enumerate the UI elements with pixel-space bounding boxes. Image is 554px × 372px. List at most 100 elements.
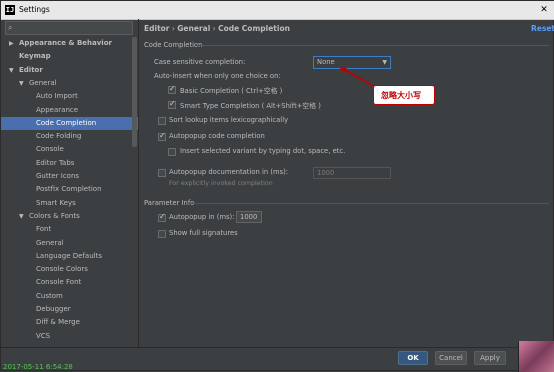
- tree-item[interactable]: Keymap: [1, 50, 138, 63]
- autopopup-code-checkbox[interactable]: [158, 131, 166, 141]
- smart-type-checkbox[interactable]: [168, 99, 176, 109]
- tree-item-label: Custom: [36, 291, 63, 300]
- tree-item[interactable]: Custom: [1, 290, 138, 303]
- tree-item-label: General: [36, 238, 64, 247]
- tree-item[interactable]: Console Colors: [1, 263, 138, 276]
- tree-item[interactable]: ▼ General: [1, 77, 138, 90]
- sort-lookup-checkbox[interactable]: [158, 117, 166, 125]
- basic-completion-checkbox[interactable]: [168, 84, 176, 94]
- collapsed-arrow-icon[interactable]: ▶: [9, 37, 14, 50]
- avatar: [518, 341, 554, 372]
- divider: [138, 19, 139, 348]
- tree-item-label: Editor: [19, 65, 43, 74]
- tree-item[interactable]: Debugger: [1, 303, 138, 316]
- tree-item[interactable]: Language Defaults: [1, 250, 138, 263]
- insert-selected-label: Insert selected variant by typing dot, s…: [180, 147, 346, 155]
- close-icon[interactable]: ✕: [537, 3, 551, 17]
- case-sensitive-label: Case sensitive completion:: [154, 58, 246, 66]
- breadcrumb-general: General: [177, 24, 211, 33]
- tree-item[interactable]: ▼ Editor: [1, 64, 138, 77]
- tree-item-label: Debugger: [36, 305, 71, 313]
- tree-item-label: Editor Tabs: [36, 158, 75, 167]
- breadcrumb-code-completion: Code Completion: [218, 24, 290, 33]
- tree-item[interactable]: Console: [1, 143, 138, 156]
- tree-item-label: Console Colors: [36, 265, 88, 274]
- breadcrumb-editor: Editor: [144, 24, 170, 33]
- reset-link[interactable]: Reset: [531, 24, 554, 33]
- sort-lookup-label: Sort lookup items lexicographically: [169, 116, 289, 124]
- bottom-divider: [1, 347, 554, 348]
- breadcrumb-separator: ›: [212, 24, 216, 33]
- expanded-arrow-icon[interactable]: ▼: [9, 64, 14, 77]
- annotation-callout: 忽略大小写: [373, 85, 435, 105]
- tree-item[interactable]: ▼ Colors & Fonts: [1, 210, 138, 223]
- case-sensitive-value: None: [317, 58, 335, 66]
- tree-item-label: Code Completion: [36, 118, 97, 127]
- tree-item-label: Console Font: [36, 278, 82, 287]
- tree-item[interactable]: Postfix Completion: [1, 183, 138, 196]
- param-autopopup-label: Autopopup in (ms):: [169, 213, 235, 221]
- cancel-button[interactable]: Cancel: [435, 351, 467, 365]
- tree-item-label: Console: [36, 145, 64, 154]
- tree-item[interactable]: Gutter Icons: [1, 170, 138, 183]
- tree-item-label: Smart Keys: [36, 198, 76, 207]
- tree-item[interactable]: Font: [1, 223, 138, 236]
- tree-item-label: Keymap: [19, 52, 51, 61]
- breadcrumb: Editor › General › Code Completion: [144, 24, 290, 33]
- insert-selected-checkbox[interactable]: [168, 148, 176, 156]
- tree-item[interactable]: Console Font: [1, 276, 138, 289]
- tree-item[interactable]: General: [1, 237, 138, 250]
- tree-item[interactable]: Code Completion: [1, 116, 138, 130]
- tree-item-label: Language Defaults: [36, 251, 102, 260]
- settings-tree: ▶ Appearance & Behavior Keymap ▼ Editor ▼ Gene…: [1, 37, 138, 345]
- autopopup-doc-label: Autopopup documentation in (ms):: [169, 168, 289, 176]
- tree-item-label: Appearance: [36, 105, 79, 114]
- tree-item[interactable]: Code Folding: [1, 130, 138, 143]
- expanded-arrow-icon[interactable]: ▼: [19, 210, 24, 223]
- app-icon: IJ: [5, 5, 15, 15]
- tree-item[interactable]: ▶ Appearance & Behavior: [1, 37, 138, 50]
- tree-item[interactable]: Editor Tabs: [1, 157, 138, 170]
- autopopup-doc-checkbox[interactable]: [158, 169, 166, 177]
- tree-item[interactable]: Diff & Merge: [1, 316, 138, 329]
- tree-item-label: Gutter Icons: [36, 172, 80, 180]
- autopopup-doc-input[interactable]: 1000: [313, 167, 391, 179]
- ok-button[interactable]: OK: [398, 351, 428, 365]
- tree-item[interactable]: VCS: [1, 330, 138, 343]
- case-sensitive-dropdown[interactable]: None ▼: [313, 56, 391, 69]
- smart-type-label: Smart Type Completion ( Alt+Shift+空格 ): [180, 102, 321, 110]
- autopopup-code-label: Autopopup code completion: [169, 132, 265, 140]
- tree-item-label: Postfix Completion: [36, 185, 102, 194]
- window-title: Settings: [19, 5, 50, 14]
- show-full-checkbox[interactable]: [158, 230, 166, 238]
- tree-item-label: Code Folding: [36, 132, 82, 141]
- basic-completion-label: Basic Completion ( Ctrl+空格 ): [180, 87, 283, 95]
- search-input[interactable]: [18, 23, 128, 33]
- apply-button[interactable]: Apply: [474, 351, 506, 365]
- tree-item[interactable]: Appearance: [1, 104, 138, 117]
- tree-item-label: Diff & Merge: [36, 318, 80, 327]
- search-icon: ⌕: [8, 23, 13, 32]
- settings-search[interactable]: ⌕: [5, 21, 133, 35]
- param-autopopup-input[interactable]: 1000: [236, 211, 262, 223]
- settings-window: IJ Settings ✕ ⌕ ▶ Appearance & Behavior Ke…: [0, 0, 554, 372]
- tree-item-label: Appearance & Behavior: [19, 39, 112, 47]
- tree-item-label: General: [29, 78, 57, 87]
- title-bar: IJ Settings ✕: [1, 1, 554, 20]
- explicit-hint: For explicitly invoked completion: [169, 180, 273, 187]
- tree-scrollbar[interactable]: [132, 37, 137, 147]
- expanded-arrow-icon[interactable]: ▼: [19, 77, 24, 90]
- tree-item-label: Font: [36, 225, 52, 234]
- tree-item-label: Colors & Fonts: [29, 211, 80, 220]
- tree-item[interactable]: Smart Keys: [1, 197, 138, 210]
- callout-text: 忽略大小写: [381, 91, 421, 100]
- tree-item-label: VCS: [36, 331, 51, 340]
- timestamp: 2017-05-11 6:54:28: [3, 363, 73, 371]
- tree-item-label: Auto Import: [36, 92, 78, 101]
- section-divider: [197, 45, 549, 46]
- param-autopopup-checkbox[interactable]: [158, 212, 166, 222]
- tree-item[interactable]: Auto Import: [1, 90, 138, 103]
- section-divider: [187, 203, 549, 204]
- breadcrumb-separator: ›: [171, 24, 175, 33]
- auto-insert-label: Auto-insert when only one choice on:: [154, 72, 281, 80]
